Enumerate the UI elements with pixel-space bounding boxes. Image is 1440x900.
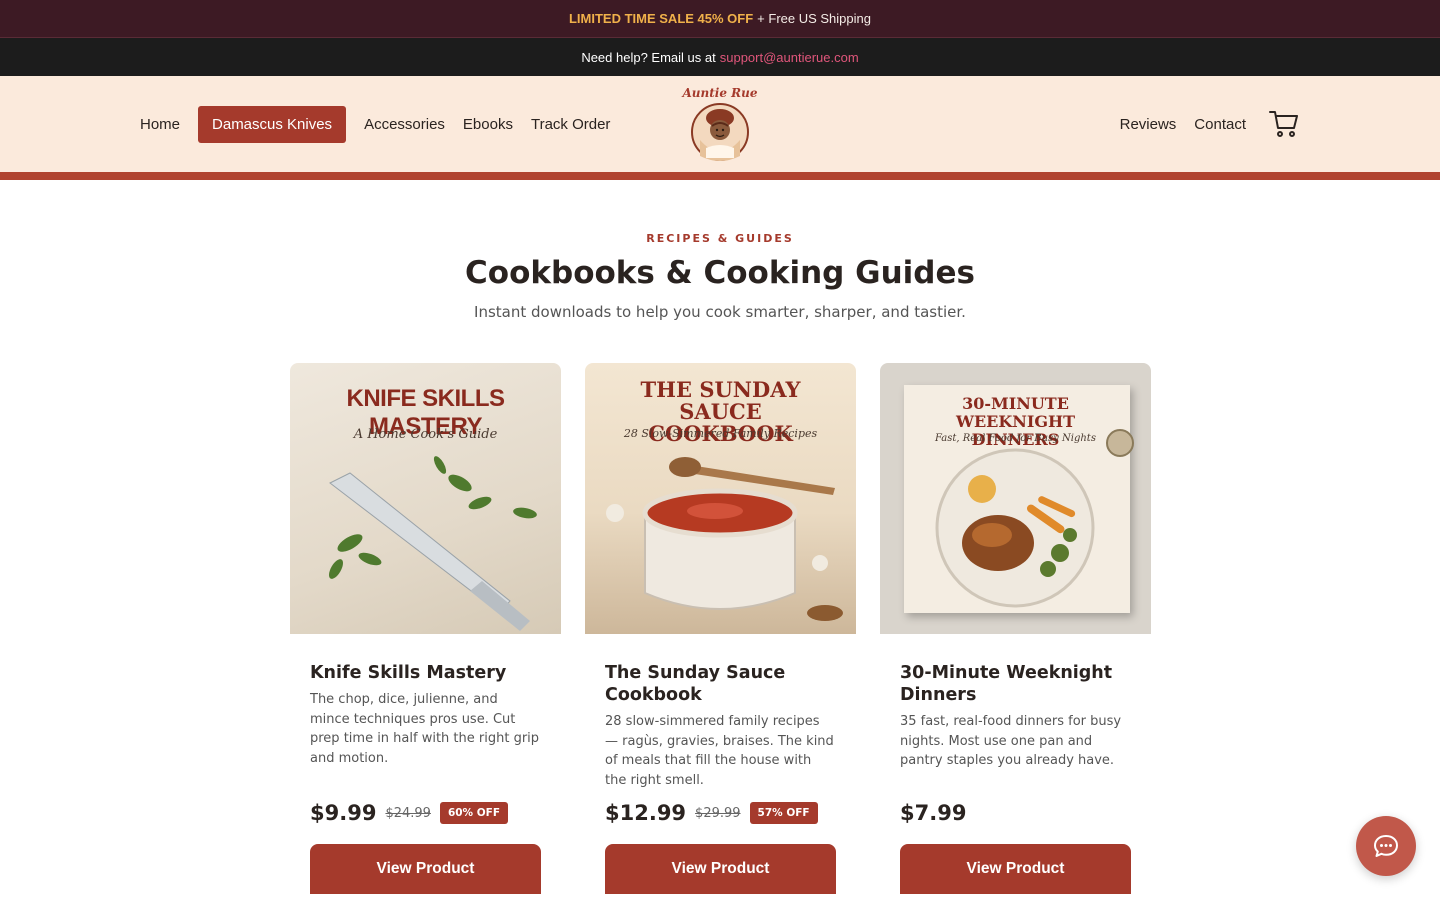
view-product-button[interactable]: View Product — [605, 844, 836, 894]
help-text: Need help? Email us at — [581, 49, 716, 65]
promo-bar: LIMITED TIME SALE 45% OFF + Free US Ship… — [0, 0, 1440, 38]
discount-badge: 57% OFF — [749, 802, 818, 824]
product-old-price: $24.99 — [385, 805, 431, 821]
hero-section: RECIPES & GUIDES Cookbooks & Cooking Gui… — [0, 180, 1440, 321]
nav-item-damascus-knives[interactable]: Damascus Knives — [198, 105, 347, 143]
nav-right-group: Reviews Contact — [1120, 76, 1300, 172]
product-card-body: Knife Skills Mastery The chop, dice, jul… — [290, 634, 561, 894]
help-bar: Need help? Email us at support@auntierue… — [0, 38, 1440, 76]
nav-item-accessories[interactable]: Accessories — [364, 106, 445, 143]
product-cover-image[interactable]: THE SUNDAY SAUCE COOKBOOK 28 Slow-Simmer… — [585, 363, 856, 634]
main-navigation: Home Damascus Knives Accessories Ebooks … — [0, 76, 1440, 172]
brand-divider — [0, 172, 1440, 180]
nav-item-contact[interactable]: Contact — [1194, 106, 1246, 143]
price-row: $7.99 — [900, 798, 1131, 828]
promo-sale-text: LIMITED TIME SALE 45% OFF — [568, 11, 754, 26]
promo-shipping-text: + Free US Shipping — [757, 11, 871, 26]
nav-left-group: Home Damascus Knives Accessories Ebooks … — [140, 76, 610, 172]
dinner-plate-illustration-icon — [935, 429, 1134, 608]
product-card-body: The Sunday Sauce Cookbook 28 slow-simmer… — [585, 634, 856, 894]
product-title[interactable]: 30-Minute Weeknight Dinners — [900, 662, 1131, 706]
nav-item-reviews[interactable]: Reviews — [1120, 106, 1177, 143]
sauce-pot-illustration-icon — [606, 457, 843, 621]
product-price: $9.99 — [310, 801, 377, 825]
chat-widget-button[interactable] — [1356, 816, 1416, 876]
product-cover-image[interactable]: 30-MINUTE WEEKNIGHT DINNERS Fast, Real F… — [880, 363, 1151, 634]
price-row: $12.99 $29.99 57% OFF — [605, 798, 836, 828]
chat-icon — [1374, 835, 1398, 857]
product-description: 35 fast, real-food dinners for busy nigh… — [900, 714, 1122, 768]
product-card: 30-MINUTE WEEKNIGHT DINNERS Fast, Real F… — [880, 363, 1151, 894]
nav-item-ebooks[interactable]: Ebooks — [463, 106, 513, 143]
product-title[interactable]: The Sunday Sauce Cookbook — [605, 662, 836, 706]
view-product-button[interactable]: View Product — [310, 844, 541, 894]
price-row: $9.99 $24.99 60% OFF — [310, 798, 541, 828]
discount-badge: 60% OFF — [439, 802, 508, 824]
nav-item-track-order[interactable]: Track Order — [531, 106, 610, 143]
nav-item-home[interactable]: Home — [140, 106, 180, 143]
product-grid: KNIFE SKILLS MASTERY A Home Cook's Guide… — [290, 363, 1151, 894]
page-title: Cookbooks & Cooking Guides — [465, 255, 975, 291]
product-card: KNIFE SKILLS MASTERY A Home Cook's Guide… — [290, 363, 561, 894]
product-title[interactable]: Knife Skills Mastery — [310, 662, 541, 684]
product-card: THE SUNDAY SAUCE COOKBOOK 28 Slow-Simmer… — [585, 363, 856, 894]
view-product-button[interactable]: View Product — [900, 844, 1131, 894]
knife-illustration-icon — [329, 456, 537, 631]
product-description: The chop, dice, julienne, and mince tech… — [310, 692, 540, 766]
cart-button[interactable] — [1268, 108, 1300, 140]
brand-logo[interactable]: Auntie Rue — [682, 86, 758, 164]
logo-text: Auntie Rue — [682, 86, 758, 100]
page-subtitle: Instant downloads to help you cook smart… — [474, 303, 966, 321]
support-email-link[interactable]: support@auntierue.com — [720, 50, 859, 65]
product-price: $7.99 — [900, 801, 967, 825]
product-card-body: 30-Minute Weeknight Dinners 35 fast, rea… — [880, 634, 1151, 894]
cart-icon — [1269, 111, 1298, 137]
product-cover-image[interactable]: KNIFE SKILLS MASTERY A Home Cook's Guide — [290, 363, 561, 634]
product-price: $12.99 — [605, 801, 687, 825]
product-old-price: $29.99 — [695, 805, 741, 821]
product-description: 28 slow-simmered family recipes — ragùs,… — [605, 714, 834, 788]
section-eyebrow: RECIPES & GUIDES — [646, 232, 794, 245]
